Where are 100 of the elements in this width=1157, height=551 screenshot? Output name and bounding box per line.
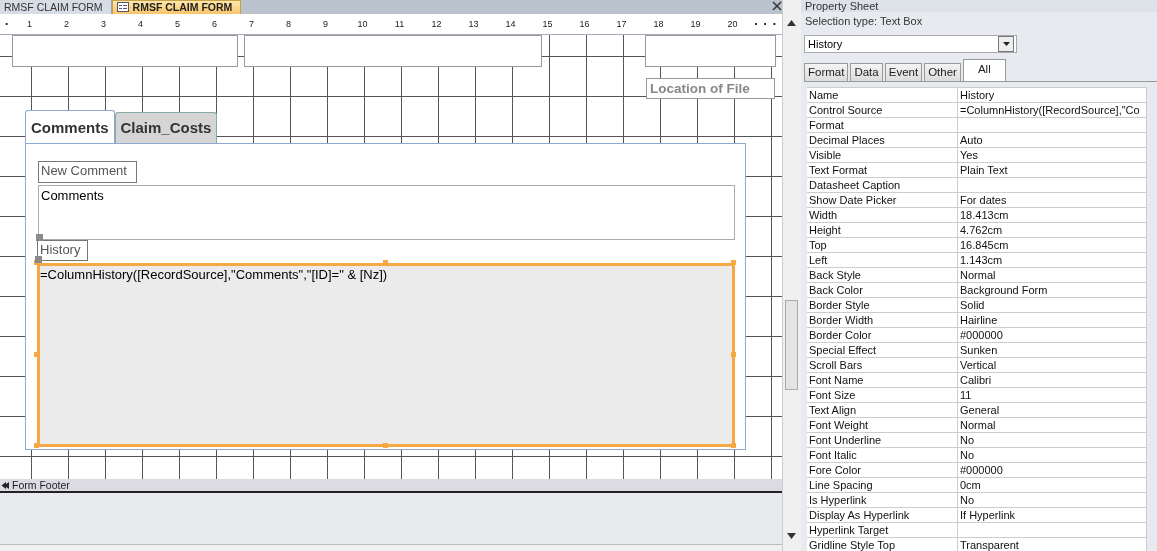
property-value[interactable]: If Hyperlink [958,508,1147,523]
property-value[interactable]: No [958,448,1147,463]
property-name: Is Hyperlink [807,493,958,508]
property-name: Gridline Style Top [807,538,958,551]
property-value[interactable]: =ColumnHistory([RecordSource],"Co [958,103,1147,118]
property-name: Border Width [807,313,958,328]
property-value[interactable]: Hairline [958,313,1147,328]
property-value[interactable]: Solid [958,298,1147,313]
property-name: Visible [807,148,958,163]
property-name: Text Align [807,403,958,418]
ruler-number: 5 [174,18,181,29]
property-name: Back Color [807,283,958,298]
property-name: Fore Color [807,463,958,478]
scroll-up-icon[interactable] [786,18,797,27]
property-name: Scroll Bars [807,358,958,373]
property-name: Display As Hyperlink [807,508,958,523]
property-value[interactable]: No [958,493,1147,508]
property-value[interactable]: 16.845cm [958,238,1147,253]
ruler-number: 17 [615,18,628,29]
dropdown-icon[interactable] [998,36,1014,52]
property-name: Width [807,208,958,223]
property-name: Name [807,88,958,103]
move-handle[interactable] [36,233,43,241]
panel-title: Property Sheet [801,0,1157,12]
ruler-number: 12 [430,18,443,29]
property-value[interactable]: Vertical [958,358,1147,373]
property-value[interactable]: History [958,88,1147,103]
property-name: Text Format [807,163,958,178]
ruler-number: 9 [322,18,329,29]
field-label[interactable]: Location of File [646,77,775,99]
property-name: Font Weight [807,418,958,433]
property-value[interactable]: Calibri [958,373,1147,388]
form-tab[interactable]: Claim_Costs [114,111,218,143]
document-tab[interactable]: RMSF CLAIM FORM [0,0,112,14]
property-value[interactable]: No [958,433,1147,448]
property-value[interactable]: #000000 [958,463,1147,478]
property-value[interactable]: Auto [958,133,1147,148]
section-bar[interactable]: Form Footer [0,479,782,494]
property-tab[interactable]: Event [884,63,923,81]
ruler-number: 7 [248,18,255,29]
property-value[interactable]: #000000 [958,328,1147,343]
ruler-number: 1 [26,18,33,29]
property-value[interactable]: 18.413cm [958,208,1147,223]
document-tab[interactable]: RMSF CLAIM FORM [111,0,242,14]
property-value[interactable]: Normal [958,268,1147,283]
resize-handle[interactable] [383,259,388,265]
property-name: Font Size [807,388,958,403]
property-name: Line Spacing [807,478,958,493]
property-value[interactable]: 1.143cm [958,253,1147,268]
text-box[interactable]: Comments [38,184,735,240]
section-icon [1,480,10,490]
selection-type: Selection type: Text Box [804,14,924,29]
property-name: Font Italic [807,448,958,463]
property-name: Decimal Places [807,133,958,148]
property-value[interactable]: 0cm [958,478,1147,493]
form-tab[interactable]: Comments [25,109,115,143]
ruler-number: 6 [211,18,218,29]
property-value[interactable]: Transparent [958,538,1147,551]
field-label[interactable]: New Comment [38,160,137,183]
property-value[interactable]: Normal [958,418,1147,433]
resize-handle[interactable] [34,442,39,448]
property-name: Back Style [807,268,958,283]
ruler-number: 14 [504,18,517,29]
property-value[interactable]: 4.762cm [958,223,1147,238]
property-name: Special Effect [807,343,958,358]
form-icon [116,2,129,13]
ruler-number: 16 [578,18,591,29]
property-value[interactable]: For dates [958,193,1147,208]
property-tab[interactable]: Other [924,63,961,81]
property-value[interactable]: Plain Text [958,163,1147,178]
property-name: Font Underline [807,433,958,448]
property-name: Datasheet Caption [807,178,958,193]
property-tab[interactable]: Format [804,63,849,81]
property-name: Top [807,238,958,253]
ruler-number: 8 [285,18,292,29]
property-name: Border Color [807,328,958,343]
property-value[interactable]: Sunken [958,343,1147,358]
property-tab[interactable]: Data [850,63,883,81]
property-name: Hyperlink Target [807,523,958,538]
property-value[interactable]: 11 [958,388,1147,403]
scroll-down-icon[interactable] [786,532,797,541]
resize-handle[interactable] [34,351,39,357]
resize-handle[interactable] [731,259,736,265]
object-dropdown[interactable]: History [804,35,1017,53]
property-tab[interactable]: All [962,59,1006,81]
property-name: Control Source [807,103,958,118]
property-value[interactable]: Background Form [958,283,1147,298]
property-value[interactable]: Yes [958,148,1147,163]
ruler-number: 4 [137,18,144,29]
resize-handle[interactable] [731,442,736,448]
ruler-number: 2 [63,18,70,29]
ruler-number: 18 [652,18,665,29]
ruler-number: 19 [689,18,702,29]
text-box[interactable]: =ColumnHistory([RecordSource],"Comments","[ID]=" & [Nz]) [37,262,735,447]
property-name: Border Style [807,298,958,313]
property-name: Font Name [807,373,958,388]
property-name: Format [807,118,958,133]
property-name: Show Date Picker [807,193,958,208]
property-value[interactable]: General [958,403,1147,418]
scroll-thumb[interactable] [785,300,798,390]
